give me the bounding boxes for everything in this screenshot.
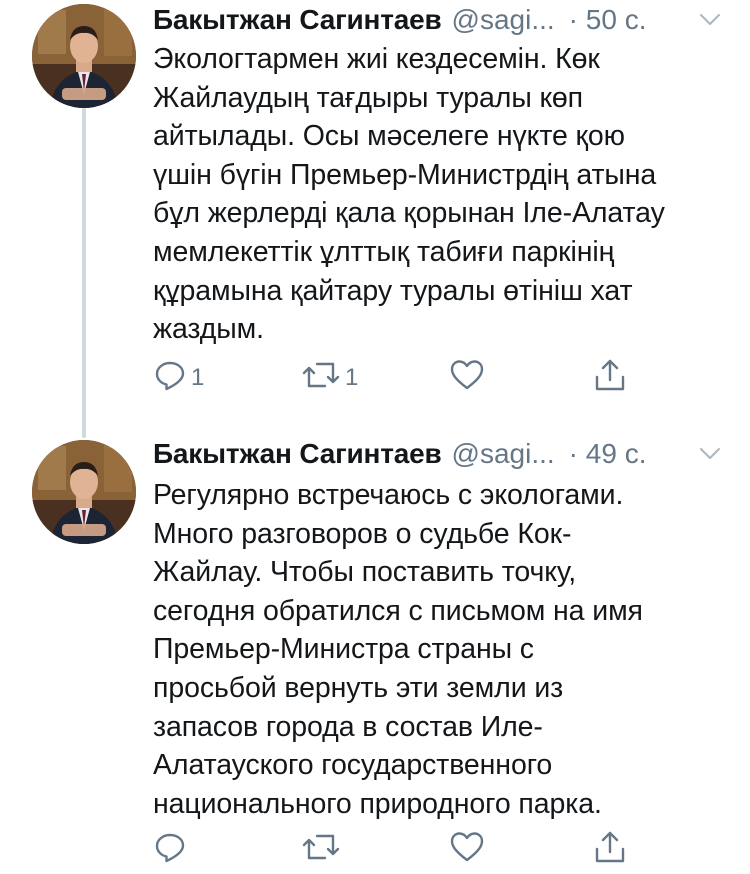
avatar[interactable] xyxy=(32,440,136,544)
retweet-icon xyxy=(301,358,341,399)
tweet-text: Регулярно встречаюсь с экологами. Много … xyxy=(153,479,643,820)
reply-button[interactable]: 1 xyxy=(153,358,204,398)
tweet[interactable]: Бакытжан Сагинтаев @sagi... · 49 с. Регу… xyxy=(0,430,750,874)
like-button[interactable] xyxy=(449,358,489,398)
chevron-down-icon[interactable] xyxy=(698,8,722,32)
like-icon xyxy=(449,830,485,871)
tweet-timestamp[interactable]: · 50 с. xyxy=(569,0,647,40)
share-button[interactable] xyxy=(593,830,627,870)
like-button[interactable] xyxy=(449,830,489,870)
share-icon xyxy=(593,357,627,400)
author-name[interactable]: Бакытжан Сагинтаев xyxy=(153,0,442,40)
like-icon xyxy=(449,358,485,399)
tweet-header: Бакытжан Сагинтаев @sagi... · 49 с. xyxy=(153,434,722,474)
tweet-text: Экологтармен жиі кездесемін. Көк Жайлауд… xyxy=(153,43,665,346)
tweet-actions xyxy=(153,830,653,870)
reply-button[interactable] xyxy=(153,830,191,870)
share-button[interactable] xyxy=(593,358,627,398)
chevron-down-icon[interactable] xyxy=(698,442,722,466)
tweet-actions: 1 1 xyxy=(153,358,653,398)
tweet[interactable]: Бакытжан Сагинтаев @sagi... · 50 с. Экол… xyxy=(0,0,750,438)
reply-icon xyxy=(153,358,187,399)
retweet-count: 1 xyxy=(345,364,359,391)
retweet-icon xyxy=(301,830,341,871)
author-handle[interactable]: @sagi... xyxy=(452,0,555,40)
share-icon xyxy=(593,829,627,872)
tweet-timestamp[interactable]: · 49 с. xyxy=(569,434,647,474)
avatar[interactable] xyxy=(32,4,136,108)
reply-count: 1 xyxy=(191,364,205,391)
retweet-button[interactable]: 1 xyxy=(301,358,358,398)
author-handle[interactable]: @sagi... xyxy=(452,434,555,474)
reply-icon xyxy=(153,830,187,871)
retweet-button[interactable] xyxy=(301,830,345,870)
thread-connector-line xyxy=(82,108,86,438)
author-name[interactable]: Бакытжан Сагинтаев xyxy=(153,434,442,474)
tweet-header: Бакытжан Сагинтаев @sagi... · 50 с. xyxy=(153,0,722,40)
